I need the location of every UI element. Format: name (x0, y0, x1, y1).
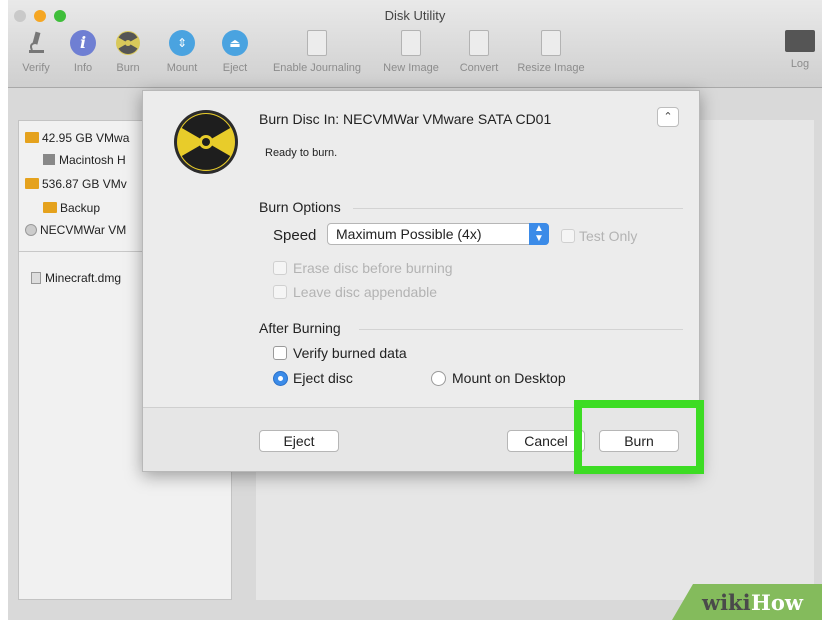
eject-toolbar-button[interactable]: ⏏ Eject (218, 30, 252, 86)
watermark-how: How (751, 590, 803, 615)
test-only-label: Test Only (579, 228, 638, 244)
convert-icon (469, 30, 489, 56)
leave-appendable-checkbox[interactable] (273, 285, 287, 299)
speed-select[interactable]: Maximum Possible (4x) ▲ ▼ (327, 223, 549, 245)
new-image-icon (401, 30, 421, 56)
erase-disc-checkbox[interactable] (273, 261, 287, 275)
after-burning-heading: After Burning (259, 320, 341, 336)
dmg-icon (31, 272, 41, 284)
eject-disc-radio[interactable] (273, 371, 288, 386)
burn-options-divider (353, 208, 683, 209)
resize-image-icon (541, 30, 561, 56)
status-text: Ready to burn. (265, 147, 338, 159)
new-image-button[interactable]: New Image (378, 30, 444, 86)
after-burning-divider (359, 329, 683, 330)
burn-icon (115, 30, 141, 56)
mount-on-desktop-radio[interactable] (431, 371, 446, 386)
info-button[interactable]: i Info (68, 30, 98, 86)
cd-icon (25, 224, 37, 236)
enable-journaling-button[interactable]: Enable Journaling (264, 30, 370, 86)
eject-icon: ⏏ (222, 30, 248, 56)
burn-icon (174, 110, 238, 174)
collapse-button[interactable]: ⌃ (657, 107, 679, 127)
mount-icon: ⇕ (169, 30, 195, 56)
verify-burned-data-checkbox[interactable] (273, 346, 287, 360)
dialog-title: Burn Disc In: NECVMWar VMware SATA CD01 (259, 111, 552, 127)
info-icon: i (70, 30, 96, 56)
select-stepper-icon: ▲ ▼ (529, 223, 549, 245)
burn-button-highlight (574, 400, 704, 474)
disk-icon (25, 178, 39, 189)
verify-button[interactable]: Verify (18, 30, 54, 86)
leave-appendable-label: Leave disc appendable (293, 284, 438, 300)
microscope-icon (23, 30, 49, 56)
eject-button[interactable]: Eject (259, 430, 339, 452)
mount-button[interactable]: ⇕ Mount (162, 30, 202, 86)
volume-icon (43, 154, 55, 165)
toolbar: Disk Utility Verify i Info Burn ⇕ Mount … (8, 0, 822, 88)
mount-on-desktop-label: Mount on Desktop (452, 370, 566, 386)
dialog-body: Burn Disc In: NECVMWar VMware SATA CD01 … (143, 91, 699, 407)
window-title: Disk Utility (384, 8, 446, 23)
burn-options-heading: Burn Options (259, 199, 341, 215)
convert-button[interactable]: Convert (454, 30, 504, 86)
journal-icon (307, 30, 327, 56)
watermark-wiki: wiki (702, 590, 751, 615)
volume-icon (43, 202, 57, 213)
eject-disc-label: Eject disc (293, 370, 353, 386)
verify-burned-data-label: Verify burned data (293, 345, 407, 361)
log-button[interactable]: Log (784, 30, 816, 86)
erase-disc-label: Erase disc before burning (293, 260, 453, 276)
wikihow-watermark: wiki How (672, 584, 822, 620)
test-only-checkbox[interactable] (561, 229, 575, 243)
chevron-up-icon: ⌃ (663, 111, 673, 123)
log-icon (785, 30, 815, 52)
resize-image-button[interactable]: Resize Image (512, 30, 590, 86)
burn-toolbar-button[interactable]: Burn (112, 30, 144, 86)
disk-icon (25, 132, 39, 143)
speed-label: Speed (273, 227, 317, 244)
